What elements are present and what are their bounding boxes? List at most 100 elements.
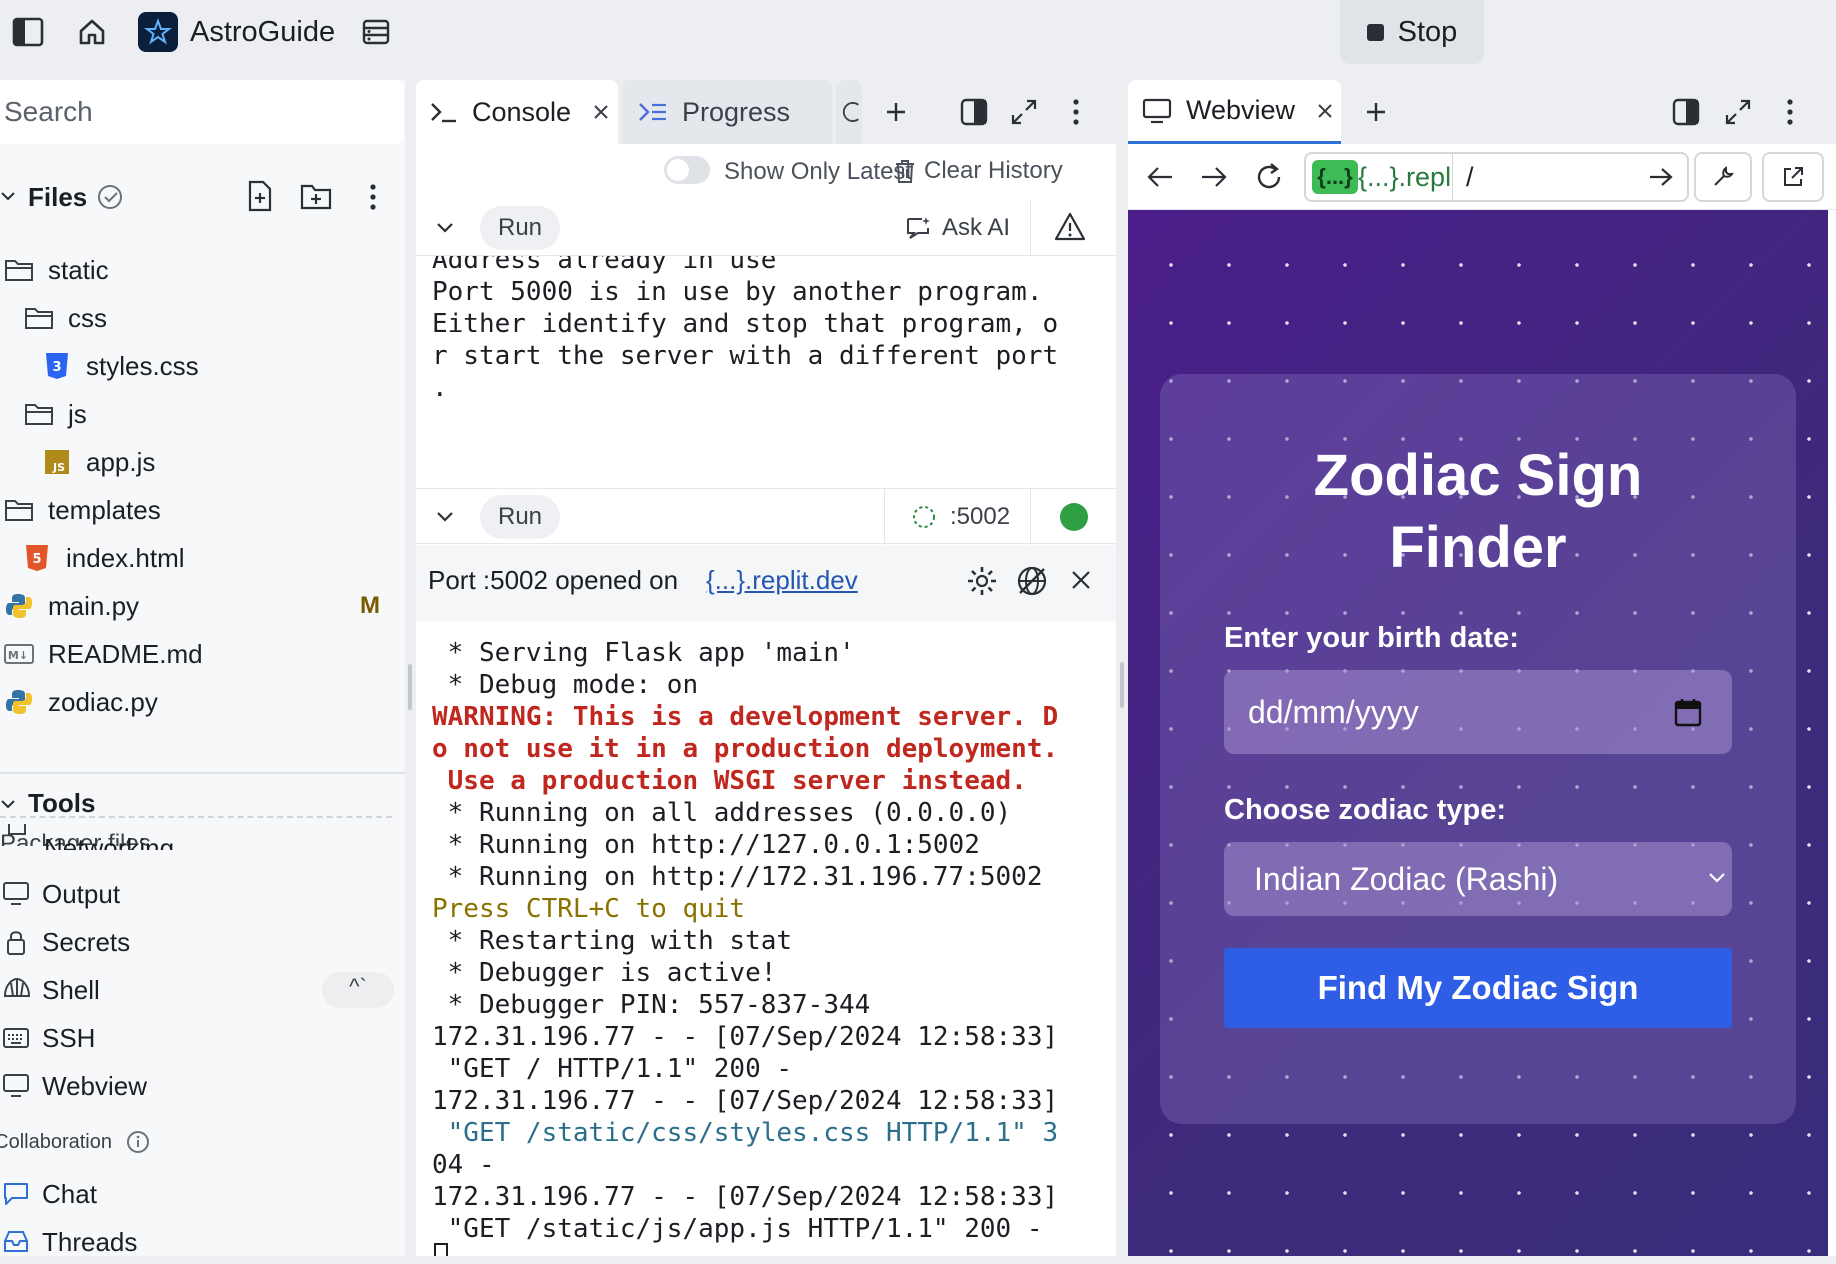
file-tree-item[interactable]: js	[22, 392, 87, 436]
file-tree-item[interactable]: zodiac.py	[2, 680, 158, 724]
tab-console[interactable]: Console	[416, 80, 618, 144]
python-file-icon	[2, 685, 36, 719]
console-line: * Debugger is active!	[432, 958, 777, 988]
chevron-down-icon[interactable]	[436, 509, 454, 525]
pane-more-icon[interactable]	[1772, 94, 1808, 130]
devtools-button[interactable]	[1694, 152, 1752, 202]
tab-webview[interactable]: Webview	[1128, 80, 1341, 144]
repl-menu-icon[interactable]	[358, 14, 394, 50]
html-file-icon: 5	[20, 541, 54, 575]
file-tree-item[interactable]: M↓ README.md	[2, 632, 203, 676]
file-tree: static css 3 styles.css js JS app.js tem…	[0, 220, 405, 846]
file-tree-item[interactable]: 3 styles.css	[40, 344, 199, 388]
chevron-down-icon	[1, 192, 15, 201]
port-opened-banner: Port :5002 opened on {...}.replit.dev	[416, 545, 1116, 621]
forward-arrow-icon[interactable]	[1200, 164, 1228, 190]
show-only-latest-toggle[interactable]	[664, 156, 710, 184]
new-file-icon[interactable]	[246, 180, 274, 212]
chevron-down-icon	[1, 800, 15, 809]
find-zodiac-button[interactable]: Find My Zodiac Sign	[1224, 948, 1732, 1028]
birth-date-input[interactable]: dd/mm/yyyy	[1224, 670, 1732, 754]
sidebar-toggle-icon[interactable]	[10, 14, 46, 50]
progress-icon	[639, 103, 666, 121]
new-tab-icon[interactable]	[1358, 94, 1394, 130]
lock-icon	[0, 925, 34, 959]
collab-item-chat[interactable]: Chat	[0, 1172, 97, 1216]
file-tree-item[interactable]: 5 index.html	[20, 536, 185, 580]
tool-item-networking[interactable]: Networking	[0, 824, 174, 850]
collaboration-header: Collaboration	[0, 1131, 112, 1153]
tool-item-secrets[interactable]: Secrets	[0, 920, 130, 964]
cloud-check-icon	[98, 185, 122, 209]
globe-off-icon[interactable]	[1016, 565, 1048, 597]
collaboration-section-header[interactable]: Collaboration	[0, 1124, 250, 1160]
maximize-icon[interactable]	[1006, 94, 1042, 130]
tools-list: Networking Output Secrets Shell ^` SSH W…	[0, 824, 405, 1257]
tool-item-shell[interactable]: Shell ^`	[0, 968, 400, 1012]
warning-icon[interactable]	[1054, 212, 1086, 242]
split-pane-icon[interactable]	[1668, 94, 1704, 130]
console-line: WARNING: This is a development server. D	[432, 702, 1059, 732]
back-arrow-icon[interactable]	[1146, 164, 1174, 190]
gear-icon[interactable]	[966, 565, 998, 597]
run-header: Run :5002	[416, 488, 1116, 545]
top-bar: AstroGuide Stop	[0, 0, 1836, 80]
stop-label: Stop	[1397, 15, 1458, 48]
file-tree-item[interactable]: static	[2, 248, 109, 292]
close-icon[interactable]	[1317, 103, 1333, 119]
tools-section-header[interactable]: Tools	[0, 784, 405, 824]
chevron-down-icon[interactable]	[436, 220, 454, 236]
zodiac-type-select[interactable]: Indian Zodiac (Rashi)	[1224, 842, 1732, 916]
tab-overflow[interactable]	[836, 80, 862, 144]
console-line: * Running on all addresses (0.0.0.0)	[432, 798, 1012, 828]
go-arrow-icon[interactable]	[1648, 166, 1674, 188]
tool-item-output[interactable]: Output	[0, 872, 120, 916]
file-tree-item[interactable]: main.py M	[2, 584, 402, 628]
chat-icon	[0, 1177, 34, 1211]
tools-header: Tools	[28, 788, 96, 818]
webview-pane: Webview {...} {...}.replit.d / Zodi	[1128, 80, 1836, 1256]
port-opened-text: Port :5002 opened on	[428, 565, 679, 595]
console-line: Port 5000 is in use by another program.	[432, 277, 1043, 307]
new-tab-icon[interactable]	[878, 94, 914, 130]
svg-text:5: 5	[32, 552, 41, 567]
divider	[1030, 489, 1031, 545]
file-tree-item[interactable]: JS app.js	[40, 440, 155, 484]
console-line: "GET /static/css/styles.css HTTP/1.1" 3	[432, 1118, 1059, 1148]
inbox-icon	[0, 1225, 34, 1259]
port-indicator[interactable]: :5002	[912, 499, 1010, 535]
file-tree-item[interactable]: templates	[2, 488, 161, 532]
divider	[884, 489, 885, 545]
tool-item-webview[interactable]: Webview	[0, 1064, 147, 1108]
url-input[interactable]: {...} {...}.replit.d /	[1304, 152, 1689, 202]
folder-icon	[2, 253, 36, 287]
console-line: * Running on http://127.0.0.1:5002	[432, 830, 980, 860]
close-icon[interactable]	[593, 104, 609, 120]
files-more-icon[interactable]	[368, 182, 378, 212]
tab-progress[interactable]: Progress	[622, 80, 832, 144]
files-section-header[interactable]: Files	[0, 176, 405, 220]
ask-ai-button[interactable]: Ask AI	[906, 208, 1010, 248]
panel-resize-handle[interactable]	[408, 664, 412, 710]
run2-output: * Serving Flask app 'main' * Debug mode:…	[416, 621, 1116, 1256]
calendar-icon[interactable]	[1674, 697, 1702, 727]
collab-item-threads[interactable]: Threads	[0, 1220, 137, 1264]
split-pane-icon[interactable]	[956, 94, 992, 130]
file-tree-item[interactable]: css	[22, 296, 107, 340]
search-input[interactable]: Search	[0, 80, 404, 144]
open-external-button[interactable]	[1762, 152, 1824, 202]
tool-item-ssh[interactable]: SSH	[0, 1016, 95, 1060]
new-folder-icon[interactable]	[300, 182, 332, 210]
pane-more-icon[interactable]	[1058, 94, 1094, 130]
stop-button[interactable]: Stop	[1340, 0, 1484, 64]
panel-resize-handle[interactable]	[1120, 662, 1124, 708]
clear-history-button[interactable]: Clear History	[894, 156, 1063, 186]
close-icon[interactable]	[1070, 569, 1092, 591]
app-name[interactable]: AstroGuide	[190, 14, 335, 50]
folder-icon	[2, 493, 36, 527]
reload-icon[interactable]	[1254, 162, 1284, 192]
port-url-link[interactable]: {...}.replit.dev	[706, 565, 858, 596]
wrench-icon	[1714, 166, 1734, 186]
home-icon[interactable]	[74, 14, 110, 50]
maximize-icon[interactable]	[1720, 94, 1756, 130]
